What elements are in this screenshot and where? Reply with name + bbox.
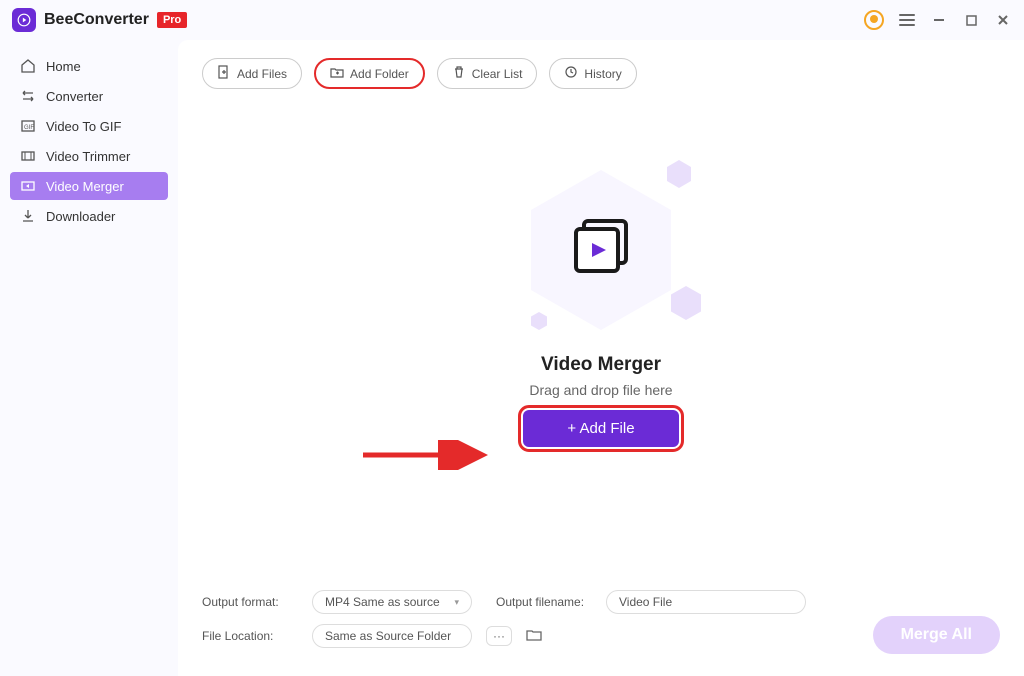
sidebar-item-label: Video Merger: [46, 179, 124, 194]
titlebar-right: [864, 10, 1012, 30]
add-files-button[interactable]: Add Files: [202, 58, 302, 89]
add-folder-icon: [330, 65, 344, 82]
drop-hint: Drag and drop file here: [529, 382, 672, 398]
close-icon[interactable]: [994, 11, 1012, 29]
minimize-icon[interactable]: [930, 11, 948, 29]
sidebar-item-converter[interactable]: Converter: [10, 82, 168, 110]
sidebar-item-video-to-gif[interactable]: GIF Video To GIF: [10, 112, 168, 140]
file-location-label: File Location:: [202, 629, 298, 643]
menu-icon[interactable]: [898, 11, 916, 29]
drop-zone[interactable]: Video Merger Drag and drop file here + A…: [202, 89, 1000, 578]
output-filename-label: Output filename:: [496, 595, 592, 609]
play-stack-icon: [566, 213, 636, 288]
titlebar: BeeConverter Pro: [0, 0, 1024, 40]
sidebar-item-label: Video Trimmer: [46, 149, 130, 164]
sidebar-item-label: Home: [46, 59, 81, 74]
gif-icon: GIF: [20, 118, 36, 134]
pro-badge: Pro: [157, 12, 187, 28]
select-value: MP4 Same as source: [325, 595, 440, 609]
sidebar-item-label: Converter: [46, 89, 103, 104]
sidebar-item-video-merger[interactable]: Video Merger: [10, 172, 168, 200]
download-icon: [20, 208, 36, 224]
input-value: Video File: [619, 595, 672, 609]
trash-icon: [452, 65, 466, 82]
main: Home Converter GIF Video To GIF Video Tr…: [0, 40, 1024, 676]
trimmer-icon: [20, 148, 36, 164]
history-icon: [564, 65, 578, 82]
output-format-select[interactable]: MP4 Same as source ▾: [312, 590, 472, 614]
titlebar-left: BeeConverter Pro: [12, 8, 187, 32]
app-name: BeeConverter: [44, 11, 149, 29]
home-icon: [20, 58, 36, 74]
button-label: Clear List: [472, 67, 523, 81]
app-logo: [12, 8, 36, 32]
hero-illustration: [501, 160, 701, 340]
file-location-select[interactable]: Same as Source Folder: [312, 624, 472, 648]
sidebar-item-label: Downloader: [46, 209, 115, 224]
converter-icon: [20, 88, 36, 104]
more-button[interactable]: ···: [486, 626, 512, 646]
open-folder-icon[interactable]: [526, 627, 542, 646]
toolbar: Add Files Add Folder Clear List History: [202, 58, 1000, 89]
button-label: History: [584, 67, 621, 81]
output-filename-input[interactable]: Video File: [606, 590, 806, 614]
page-heading: Video Merger: [541, 354, 661, 376]
add-files-icon: [217, 65, 231, 82]
clear-list-button[interactable]: Clear List: [437, 58, 538, 89]
svg-text:GIF: GIF: [24, 125, 34, 131]
annotation-arrow: [358, 440, 498, 470]
sidebar-item-downloader[interactable]: Downloader: [10, 202, 168, 230]
button-label: Add Folder: [350, 67, 409, 81]
merger-icon: [20, 178, 36, 194]
output-format-label: Output format:: [202, 595, 298, 609]
add-file-button[interactable]: + Add File: [523, 410, 678, 447]
merge-all-button[interactable]: Merge All: [873, 616, 1000, 654]
add-folder-button[interactable]: Add Folder: [314, 58, 425, 89]
select-value: Same as Source Folder: [325, 629, 451, 643]
sidebar: Home Converter GIF Video To GIF Video Tr…: [0, 40, 178, 676]
content: Add Files Add Folder Clear List History: [178, 40, 1024, 676]
output-row: Output format: MP4 Same as source ▾ Outp…: [202, 590, 1000, 614]
sidebar-item-label: Video To GIF: [46, 119, 121, 134]
sidebar-item-home[interactable]: Home: [10, 52, 168, 80]
chevron-down-icon: ▾: [454, 597, 459, 608]
maximize-icon[interactable]: [962, 11, 980, 29]
history-button[interactable]: History: [549, 58, 636, 89]
user-icon[interactable]: [864, 10, 884, 30]
sidebar-item-video-trimmer[interactable]: Video Trimmer: [10, 142, 168, 170]
button-label: Add Files: [237, 67, 287, 81]
